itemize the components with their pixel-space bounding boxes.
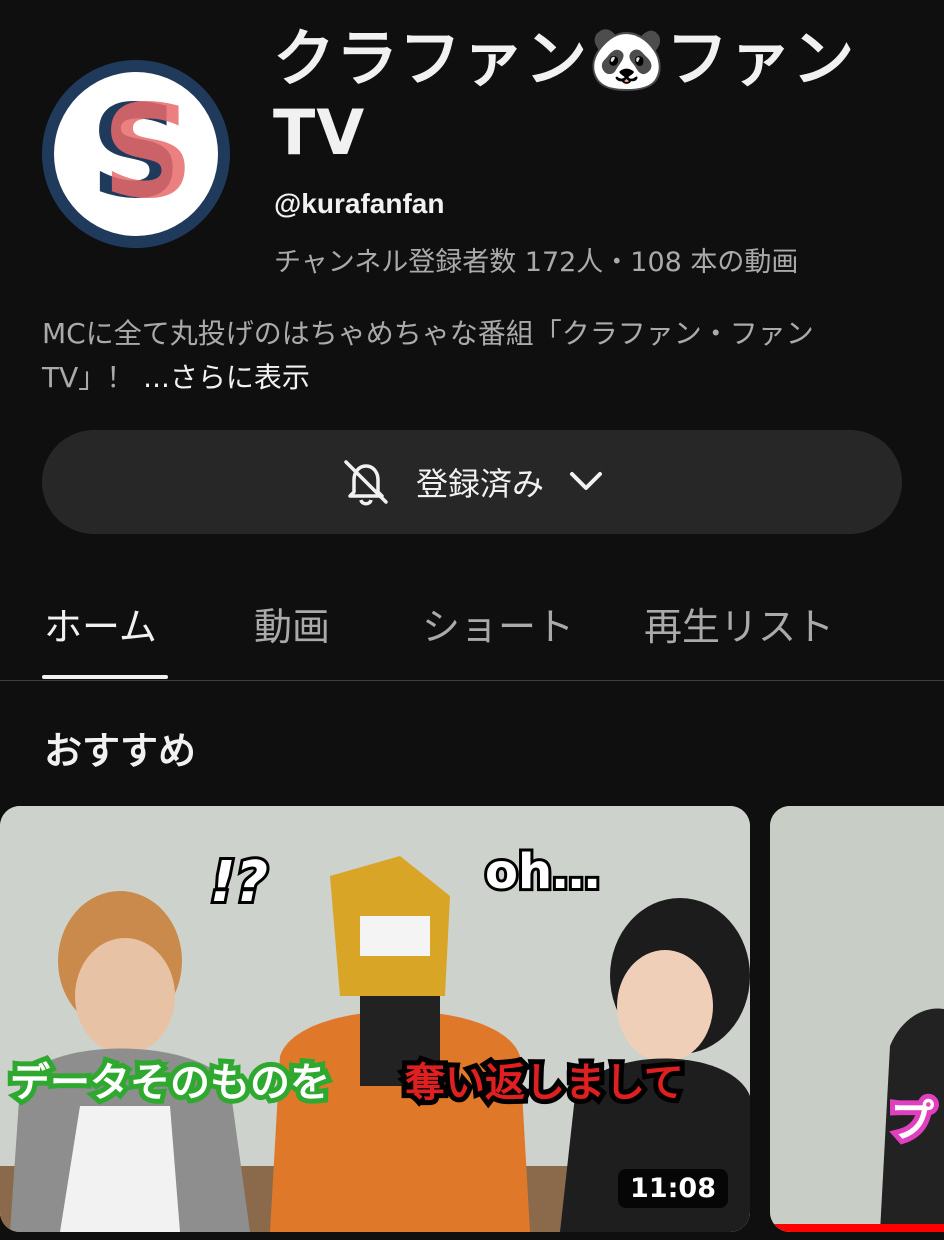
tab-home[interactable]: ホーム — [44, 596, 157, 651]
channel-tabs: ホーム 動画 ショート 再生リスト — [0, 570, 944, 681]
show-more-link[interactable]: ...さらに表示 — [143, 361, 310, 394]
avatar-letter-front: S — [102, 84, 194, 224]
caption-right: 奪い返しまして — [405, 1060, 684, 1106]
caption-partial: プ — [890, 1096, 934, 1147]
section-title: おすすめ — [44, 729, 197, 773]
active-tab-indicator — [42, 675, 168, 679]
channel-title: クラファン🐼ファン TV — [273, 22, 856, 169]
channel-avatar[interactable]: S S — [42, 60, 230, 248]
bell-off-icon — [344, 460, 388, 506]
subscribed-button[interactable]: 登録済み — [42, 430, 902, 534]
video-duration: 11:08 — [618, 1169, 728, 1208]
overlay-text-a: !? — [210, 850, 268, 915]
tab-shorts[interactable]: ショート — [422, 596, 574, 651]
watch-progress-bar — [770, 1224, 944, 1232]
video-thumbnail-2[interactable]: プ — [770, 806, 944, 1232]
channel-handle: @kurafanfan — [274, 188, 445, 219]
tab-playlists[interactable]: 再生リスト — [644, 596, 834, 651]
channel-description[interactable]: MCに全て丸投げのはちゃめちゃな番組「クラファン・ファン TV」！ ...さらに… — [42, 312, 902, 400]
avatar-logo: S S — [54, 72, 218, 236]
channel-stats: チャンネル登録者数 172人・108 本の動画 — [274, 247, 799, 278]
chevron-down-icon — [570, 472, 602, 490]
video-thumbnail[interactable]: !? oh… データそのものを 奪い返しまして 11:08 — [0, 806, 750, 1232]
s-logo-icon: S S — [90, 84, 194, 224]
overlay-text-b: oh… — [485, 844, 600, 900]
thumbnail-scene-2: プ — [770, 806, 944, 1232]
subscribed-label: 登録済み — [415, 465, 544, 503]
tab-videos[interactable]: 動画 — [254, 596, 330, 651]
caption-left: データそのものを — [10, 1060, 330, 1106]
